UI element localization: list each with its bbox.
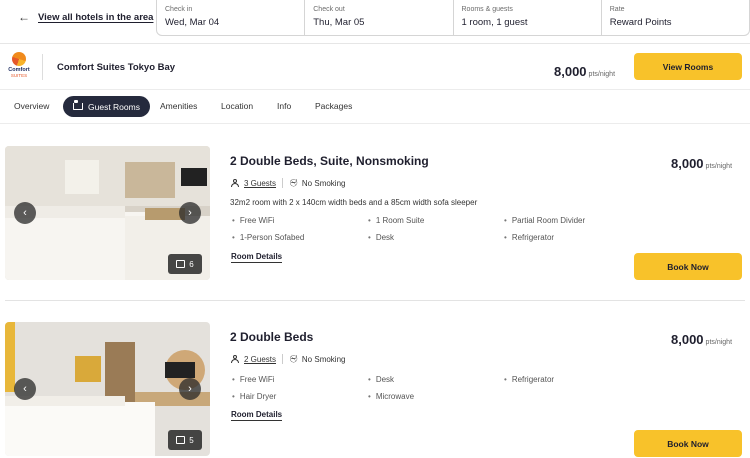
person-icon <box>231 355 239 363</box>
person-icon <box>231 179 239 187</box>
search-bar: Check in Wed, Mar 04 Check out Thu, Mar … <box>156 0 750 36</box>
room-price: 8,000 pts/night <box>671 156 732 171</box>
room-price-unit: pts/night <box>705 339 733 346</box>
rooms-guests-label: Rooms & guests <box>461 6 513 13</box>
amenity-item: Refrigerator <box>504 233 640 242</box>
check-in-label: Check in <box>165 6 193 13</box>
divider <box>282 178 284 188</box>
check-in-field[interactable]: Check in Wed, Mar 04 <box>157 0 306 35</box>
chevron-left-icon: ‹ <box>23 207 27 219</box>
amenity-item: Free WiFi <box>232 216 368 225</box>
check-out-field[interactable]: Check out Thu, Mar 05 <box>305 0 454 35</box>
bed-icon <box>73 100 83 110</box>
room-details-link[interactable]: Room Details <box>231 252 283 263</box>
check-in-value: Wed, Mar 04 <box>165 17 220 28</box>
hotel-logo: Comfort SUITES <box>5 52 33 82</box>
rate-field[interactable]: Rate Reward Points <box>602 0 749 35</box>
chevron-left-icon: ‹ <box>23 383 27 395</box>
hotel-price-value: 8,000 <box>554 64 587 79</box>
tab-location[interactable]: Location <box>221 101 253 111</box>
guests-link[interactable]: 2 Guests <box>244 355 276 364</box>
photo-next-button[interactable]: › <box>179 202 201 224</box>
photo-count: 6 <box>189 259 194 269</box>
amenity-item: Refrigerator <box>504 375 640 384</box>
guests-link[interactable]: 3 Guests <box>244 179 276 188</box>
no-smoking-icon: 🚭︎ <box>289 356 298 363</box>
smoking-policy: No Smoking <box>301 178 346 188</box>
arrow-left-icon: ← <box>18 10 30 24</box>
chevron-right-icon: › <box>188 207 192 219</box>
amenity-item: Microwave <box>368 392 504 401</box>
amenity-item: 1-Person Sofabed <box>232 233 368 242</box>
photo-count-badge[interactable]: 6 <box>168 254 202 274</box>
rooms-guests-value: 1 room, 1 guest <box>461 17 528 28</box>
view-rooms-button[interactable]: View Rooms <box>634 53 742 80</box>
tab-guest-rooms-label: Guest Rooms <box>88 101 140 112</box>
amenity-item: Free WiFi <box>232 375 368 384</box>
book-now-button[interactable]: Book Now <box>634 430 742 457</box>
amenity-item: Desk <box>368 375 504 384</box>
amenity-list: Free WiFi 1 Room Suite Partial Room Divi… <box>232 216 640 242</box>
check-out-value: Thu, Mar 05 <box>313 17 365 28</box>
divider <box>282 354 284 364</box>
search-header: ← View all hotels in the area Check in W… <box>0 0 750 44</box>
photo-count-badge[interactable]: 5 <box>168 430 202 450</box>
photo-prev-button[interactable]: ‹ <box>14 202 36 224</box>
back-link-label: View all hotels in the area <box>38 11 154 23</box>
amenity-list: Free WiFi Desk Refrigerator Hair Dryer M… <box>232 375 640 401</box>
hotel-name: Comfort Suites Tokyo Bay <box>57 62 176 73</box>
chevron-right-icon: › <box>188 383 192 395</box>
rate-value: Reward Points <box>609 17 672 28</box>
photo-count: 5 <box>189 435 194 445</box>
room-price: 8,000 pts/night <box>671 332 732 347</box>
book-now-button[interactable]: Book Now <box>634 253 742 280</box>
room-details-link[interactable]: Room Details <box>231 410 283 421</box>
photo-prev-button[interactable]: ‹ <box>14 378 36 400</box>
tab-bar: Overview Guest Rooms Amenities Location … <box>0 90 750 124</box>
tab-info[interactable]: Info <box>277 101 291 111</box>
room-price-unit: pts/night <box>705 163 733 170</box>
logo-mark-icon <box>12 52 26 66</box>
rooms-guests-field[interactable]: Rooms & guests 1 room, 1 guest <box>454 0 602 35</box>
hotel-price: 8,000 pts/night <box>554 64 615 79</box>
room-price-value: 8,000 <box>671 332 704 347</box>
room-divider <box>5 300 745 301</box>
room-title: 2 Double Beds <box>230 330 314 344</box>
gallery-icon <box>176 260 186 268</box>
amenity-item: 1 Room Suite <box>368 216 504 225</box>
room-price-value: 8,000 <box>671 156 704 171</box>
amenity-item: Desk <box>368 233 504 242</box>
smoking-policy: No Smoking <box>301 354 346 364</box>
rate-label: Rate <box>609 6 625 13</box>
amenity-item: Hair Dryer <box>232 392 368 401</box>
room-photo[interactable]: ‹ › 5 <box>5 322 210 456</box>
room-photo[interactable]: ‹ › 6 <box>5 146 210 280</box>
room-description: 32m2 room with 2 x 140cm width beds and … <box>230 198 478 207</box>
room-meta: 3 Guests 🚭︎ No Smoking <box>231 178 345 188</box>
tab-guest-rooms[interactable]: Guest Rooms <box>63 96 150 117</box>
tab-amenities[interactable]: Amenities <box>160 101 197 111</box>
no-smoking-icon: 🚭︎ <box>289 180 298 187</box>
logo-subtext: SUITES <box>10 73 28 78</box>
photo-next-button[interactable]: › <box>179 378 201 400</box>
back-link[interactable]: ← View all hotels in the area <box>18 10 153 24</box>
room-meta: 2 Guests 🚭︎ No Smoking <box>231 354 345 364</box>
tab-packages[interactable]: Packages <box>315 101 352 111</box>
tab-overview[interactable]: Overview <box>14 101 49 111</box>
amenity-item: Partial Room Divider <box>504 216 640 225</box>
room-title: 2 Double Beds, Suite, Nonsmoking <box>230 154 429 168</box>
divider <box>42 54 43 80</box>
hotel-price-unit: pts/night <box>588 71 616 78</box>
gallery-icon <box>176 436 186 444</box>
check-out-label: Check out <box>313 6 345 13</box>
